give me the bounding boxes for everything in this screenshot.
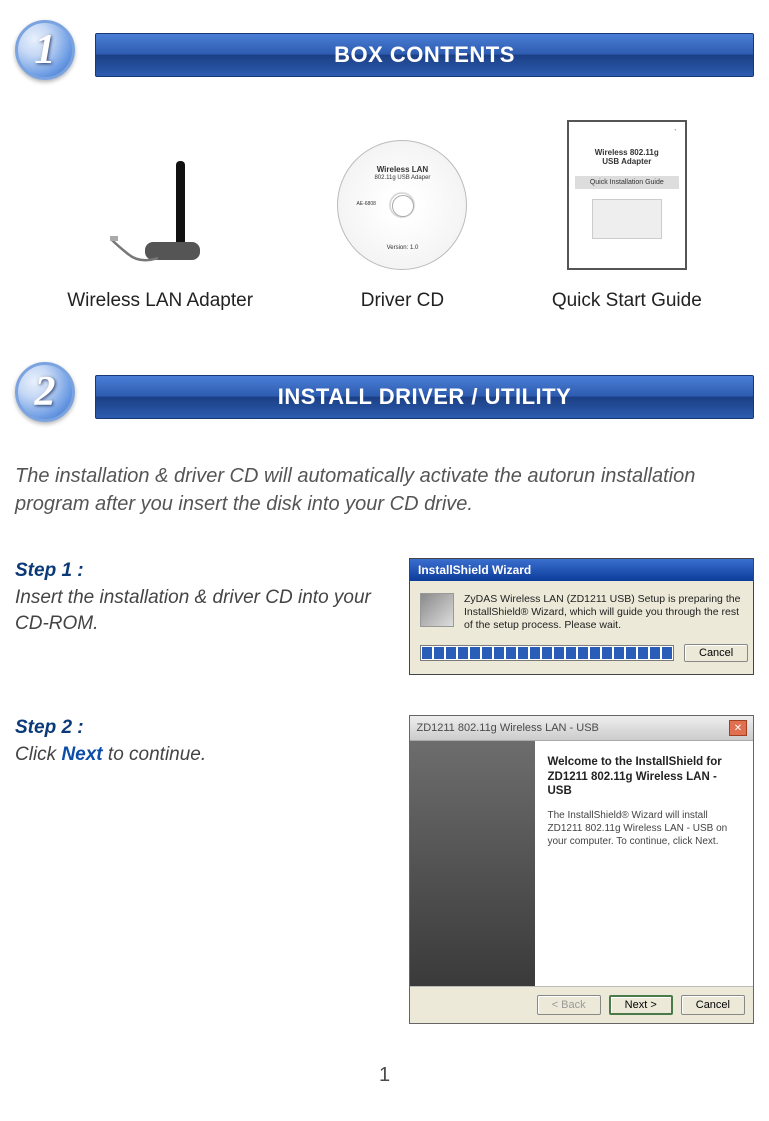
step-2-label: Step 2 :: [15, 717, 84, 738]
guide-illustration: ◔ Wireless 802.11g USB Adapter Quick Ins…: [567, 120, 687, 270]
dialog2-titlebar: ZD1211 802.11g Wireless LAN - USB ✕: [410, 716, 753, 741]
cancel-button[interactable]: Cancel: [684, 644, 748, 662]
cancel-button-2[interactable]: Cancel: [681, 995, 745, 1015]
adapter-illustration: [100, 160, 220, 270]
step-2-after: to continue.: [103, 744, 207, 765]
step-1-text: Step 1 : Insert the installation & drive…: [15, 558, 379, 675]
next-button[interactable]: Next >: [609, 995, 673, 1015]
step-1-label: Step 1 :: [15, 560, 84, 581]
cd-label: Driver CD: [361, 290, 444, 312]
back-button[interactable]: < Back: [537, 995, 601, 1015]
intro-paragraph: The installation & driver CD will automa…: [15, 462, 754, 518]
guide-label: Quick Start Guide: [552, 290, 702, 312]
item-adapter: Wireless LAN Adapter: [67, 160, 253, 312]
wizard-sidebar-image: [410, 741, 535, 986]
dialog1-title: InstallShield Wizard: [410, 559, 753, 581]
dialog2-heading: Welcome to the InstallShield for ZD1211 …: [547, 755, 741, 798]
section-2-header: 2 INSTALL DRIVER / UTILITY: [15, 362, 754, 432]
badge-1: 1: [15, 20, 85, 90]
install-wizard-dialog: ZD1211 802.11g Wireless LAN - USB ✕ Welc…: [409, 715, 754, 1024]
installshield-icon: [420, 593, 454, 627]
title-box-contents: BOX CONTENTS: [95, 33, 754, 77]
page-number: 1: [15, 1064, 754, 1087]
step-2-next-word: Next: [61, 744, 102, 765]
item-cd: Wireless LAN 802.11g USB Adaper AE-6808 …: [337, 140, 467, 312]
installshield-prepare-dialog: InstallShield Wizard ZyDAS Wireless LAN …: [409, 558, 754, 675]
adapter-label: Wireless LAN Adapter: [67, 290, 253, 312]
step-1-body: Insert the installation & driver CD into…: [15, 587, 371, 635]
title-install-driver: INSTALL DRIVER / UTILITY: [95, 375, 754, 419]
section-1-header: 1 BOX CONTENTS: [15, 20, 754, 90]
badge-1-number: 1: [35, 26, 56, 74]
step-1-row: Step 1 : Insert the installation & drive…: [15, 558, 754, 675]
dialog2-title-text: ZD1211 802.11g Wireless LAN - USB: [416, 722, 598, 734]
badge-2-number: 2: [35, 368, 56, 416]
box-contents-row: Wireless LAN Adapter Wireless LAN 802.11…: [25, 120, 744, 312]
step-2-row: Step 2 : Click Next to continue. ZD1211 …: [15, 715, 754, 1024]
badge-2: 2: [15, 362, 85, 432]
progress-bar: [420, 645, 674, 661]
item-guide: ◔ Wireless 802.11g USB Adapter Quick Ins…: [552, 120, 702, 312]
cd-illustration: Wireless LAN 802.11g USB Adaper AE-6808 …: [337, 140, 467, 270]
close-icon[interactable]: ✕: [729, 720, 747, 736]
step-2-before: Click: [15, 744, 61, 765]
dialog2-body-text: The InstallShield® Wizard will install Z…: [547, 809, 741, 848]
dialog1-body-text: ZyDAS Wireless LAN (ZD1211 USB) Setup is…: [464, 593, 743, 632]
step-2-text: Step 2 : Click Next to continue.: [15, 715, 379, 1024]
